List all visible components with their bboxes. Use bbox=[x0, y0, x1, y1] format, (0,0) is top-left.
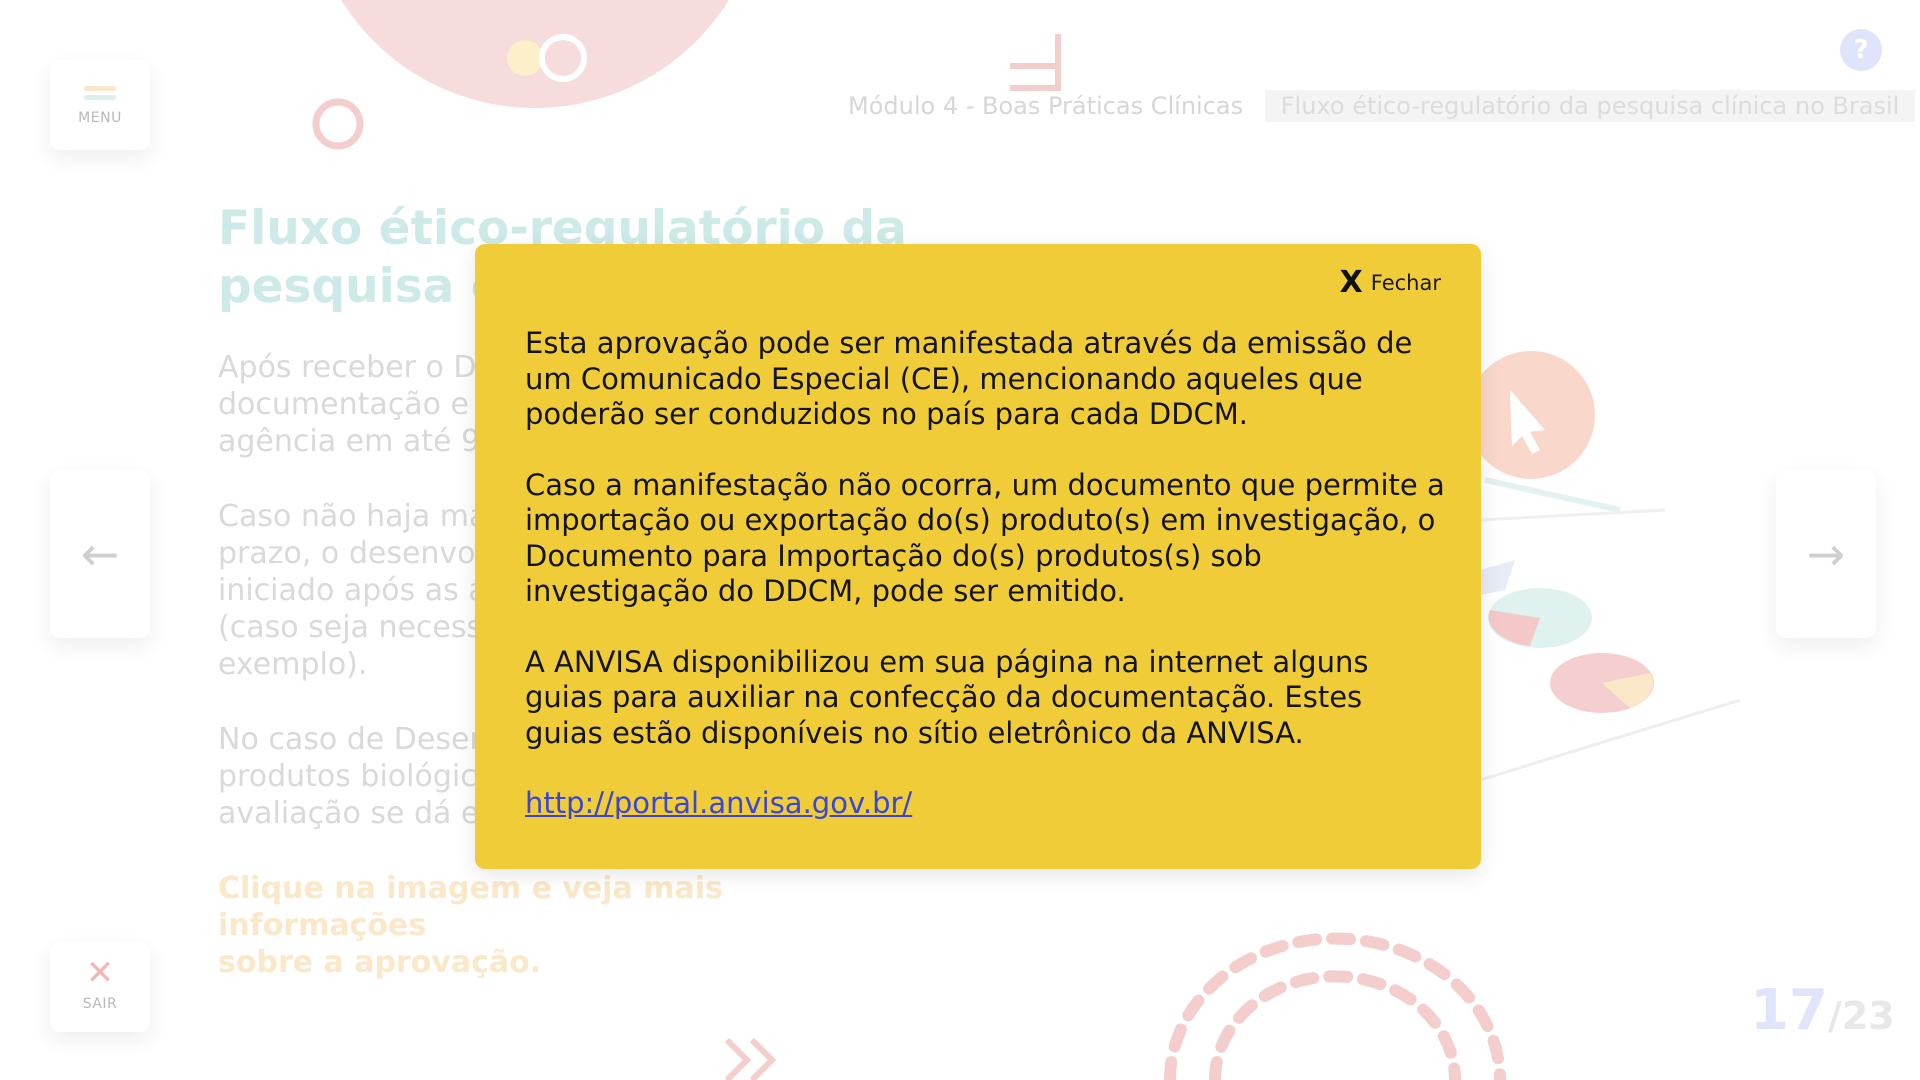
exit-button[interactable]: ✕ SAIR bbox=[50, 942, 150, 1032]
call-to-action: Clique na imagem e veja mais informações… bbox=[218, 870, 918, 981]
page-current: 17 bbox=[1750, 978, 1828, 1043]
arrow-right-icon: → bbox=[1806, 527, 1846, 581]
breadcrumb-module: Módulo 4 - Boas Práticas Clínicas bbox=[848, 92, 1244, 120]
page-counter: 17/23 bbox=[1750, 978, 1895, 1043]
menu-icon bbox=[50, 60, 150, 100]
modal-body: Esta aprovação pode ser manifestada atra… bbox=[525, 326, 1445, 822]
arrow-left-icon: ← bbox=[80, 527, 120, 581]
close-button[interactable]: X Fechar bbox=[1340, 268, 1441, 298]
breadcrumb-topic: Fluxo ético-regulatório da pesquisa clín… bbox=[1264, 90, 1916, 122]
modal-paragraph: Caso a manifestação não ocorra, um docum… bbox=[525, 467, 1445, 609]
breadcrumb: Módulo 4 - Boas Práticas Clínicas Fluxo … bbox=[848, 90, 1916, 122]
text-line: Clique na imagem e veja mais informações bbox=[218, 871, 723, 943]
text-line: sobre a aprovação. bbox=[218, 945, 542, 980]
modal-paragraph: A ANVISA disponibilizou em sua página na… bbox=[525, 644, 1369, 750]
menu-label: MENU bbox=[78, 110, 122, 126]
exit-label: SAIR bbox=[82, 996, 118, 1012]
close-x-icon: X bbox=[1339, 265, 1363, 300]
prev-button[interactable]: ← bbox=[50, 470, 150, 638]
page-total: /23 bbox=[1827, 994, 1895, 1038]
anvisa-link[interactable]: http://portal.anvisa.gov.br/ bbox=[525, 786, 912, 820]
approval-image[interactable] bbox=[1480, 350, 1720, 790]
menu-button[interactable]: MENU bbox=[50, 60, 150, 150]
help-icon: ? bbox=[1853, 35, 1869, 65]
modal-paragraph: Esta aprovação pode ser manifestada atra… bbox=[525, 326, 1413, 431]
help-button[interactable]: ? bbox=[1840, 29, 1882, 71]
close-icon: ✕ bbox=[85, 953, 115, 993]
close-label: Fechar bbox=[1370, 271, 1441, 295]
next-button[interactable]: → bbox=[1776, 470, 1876, 638]
info-modal: X Fechar Esta aprovação pode ser manifes… bbox=[475, 244, 1481, 869]
